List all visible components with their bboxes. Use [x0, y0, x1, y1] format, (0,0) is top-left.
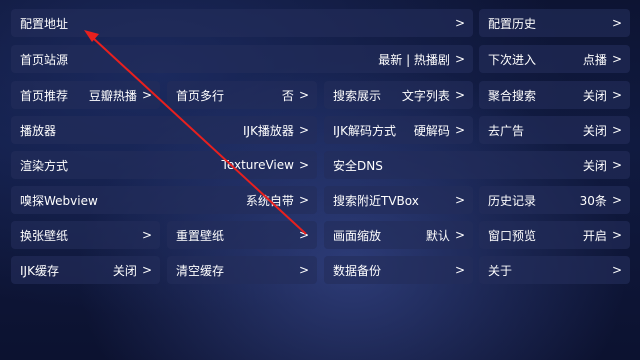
chevron-right-icon: >	[454, 228, 465, 242]
setting-value: IJK播放器	[242, 123, 294, 138]
setting-label: IJK解码方式	[333, 123, 396, 138]
setting-label: 清空缓存	[176, 263, 225, 278]
setting-screen-scale[interactable]: 画面缩放 默认 >	[324, 221, 473, 249]
setting-value: 文字列表	[401, 88, 450, 103]
setting-label: 安全DNS	[333, 158, 383, 173]
setting-label: 去广告	[488, 123, 525, 138]
setting-label: 渲染方式	[20, 158, 69, 173]
chevron-right-icon: >	[141, 263, 152, 277]
setting-home-source[interactable]: 首页站源 最新 | 热播剧 >	[11, 45, 473, 73]
setting-label: 历史记录	[488, 193, 537, 208]
chevron-right-icon: >	[611, 123, 622, 137]
setting-history-records[interactable]: 历史记录 30条 >	[479, 186, 630, 214]
setting-label: 窗口预览	[488, 228, 537, 243]
setting-label: 首页多行	[176, 88, 225, 103]
setting-value: 关闭	[112, 263, 137, 278]
setting-value: 豆瓣热播	[88, 88, 137, 103]
chevron-right-icon: >	[454, 123, 465, 137]
setting-label: 画面缩放	[333, 228, 382, 243]
setting-sniff-webview[interactable]: 嗅探Webview 系统自带 >	[11, 186, 317, 214]
setting-value: TextureView	[221, 158, 294, 172]
setting-value: 默认	[425, 228, 450, 243]
chevron-right-icon: >	[611, 88, 622, 102]
setting-value: 关闭	[582, 88, 607, 103]
chevron-right-icon: >	[298, 88, 309, 102]
setting-label: 重置壁纸	[176, 228, 225, 243]
setting-config-history[interactable]: 配置历史 >	[479, 9, 630, 37]
setting-player[interactable]: 播放器 IJK播放器 >	[11, 116, 317, 144]
chevron-right-icon: >	[611, 193, 622, 207]
chevron-right-icon: >	[298, 158, 309, 172]
setting-label: 嗅探Webview	[20, 193, 98, 208]
setting-config-url[interactable]: 配置地址 >	[11, 9, 473, 37]
chevron-right-icon: >	[454, 263, 465, 277]
setting-render-mode[interactable]: 渲染方式 TextureView >	[11, 151, 317, 179]
setting-label: 配置历史	[488, 16, 537, 31]
setting-label: 数据备份	[333, 263, 382, 278]
chevron-right-icon: >	[611, 16, 622, 30]
setting-search-display[interactable]: 搜索展示 文字列表 >	[324, 81, 473, 109]
chevron-right-icon: >	[141, 88, 152, 102]
chevron-right-icon: >	[611, 263, 622, 277]
setting-label: 换张壁纸	[20, 228, 69, 243]
setting-data-backup[interactable]: 数据备份 >	[324, 256, 473, 284]
setting-value: 点播	[582, 52, 607, 67]
setting-reset-wallpaper[interactable]: 重置壁纸 >	[167, 221, 317, 249]
setting-label: 首页站源	[20, 52, 69, 67]
setting-value: 关闭	[582, 123, 607, 138]
setting-home-recommend[interactable]: 首页推荐 豆瓣热播 >	[11, 81, 160, 109]
chevron-right-icon: >	[611, 228, 622, 242]
setting-about[interactable]: 关于 >	[479, 256, 630, 284]
chevron-right-icon: >	[298, 228, 309, 242]
setting-ijk-decode[interactable]: IJK解码方式 硬解码 >	[324, 116, 473, 144]
chevron-right-icon: >	[298, 193, 309, 207]
chevron-right-icon: >	[611, 52, 622, 66]
chevron-right-icon: >	[454, 16, 465, 30]
setting-safe-dns[interactable]: 安全DNS 关闭 >	[324, 151, 630, 179]
setting-remove-ads[interactable]: 去广告 关闭 >	[479, 116, 630, 144]
setting-value: 最新 | 热播剧	[378, 52, 450, 67]
setting-label: 搜索附近TVBox	[333, 193, 419, 208]
chevron-right-icon: >	[454, 88, 465, 102]
setting-label: 聚合搜索	[488, 88, 537, 103]
chevron-right-icon: >	[454, 193, 465, 207]
chevron-right-icon: >	[611, 158, 622, 172]
setting-home-multiline[interactable]: 首页多行 否 >	[167, 81, 317, 109]
setting-window-preview[interactable]: 窗口预览 开启 >	[479, 221, 630, 249]
setting-label: 关于	[488, 263, 513, 278]
setting-change-wallpaper[interactable]: 换张壁纸 >	[11, 221, 160, 249]
chevron-right-icon: >	[141, 228, 152, 242]
setting-aggregate-search[interactable]: 聚合搜索 关闭 >	[479, 81, 630, 109]
chevron-right-icon: >	[298, 123, 309, 137]
setting-value: 开启	[582, 228, 607, 243]
setting-label: 首页推荐	[20, 88, 69, 103]
setting-clear-cache[interactable]: 清空缓存 >	[167, 256, 317, 284]
setting-label: IJK缓存	[20, 263, 59, 278]
setting-value: 否	[281, 88, 294, 103]
setting-label: 下次进入	[488, 52, 537, 67]
chevron-right-icon: >	[454, 52, 465, 66]
setting-search-nearby-tvbox[interactable]: 搜索附近TVBox >	[324, 186, 473, 214]
setting-value: 30条	[579, 193, 607, 208]
setting-label: 播放器	[20, 123, 57, 138]
setting-value: 硬解码	[413, 123, 450, 138]
setting-value: 系统自带	[245, 193, 294, 208]
setting-ijk-cache[interactable]: IJK缓存 关闭 >	[11, 256, 160, 284]
setting-label: 配置地址	[20, 16, 69, 31]
setting-label: 搜索展示	[333, 88, 382, 103]
chevron-right-icon: >	[298, 263, 309, 277]
setting-value: 关闭	[582, 158, 607, 173]
setting-next-entry[interactable]: 下次进入 点播 >	[479, 45, 630, 73]
